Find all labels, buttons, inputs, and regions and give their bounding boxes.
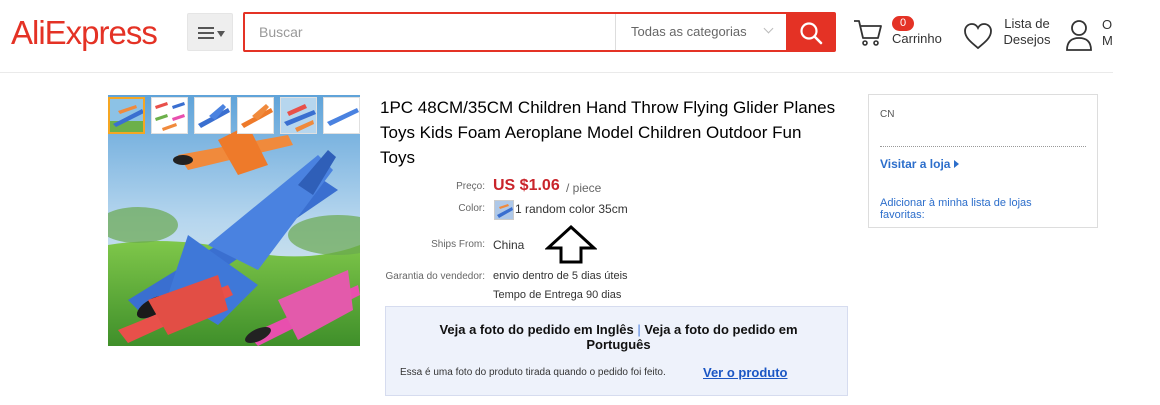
visit-store-label: Visitar a loja xyxy=(880,157,951,171)
cart-button[interactable]: 0 Carrinho xyxy=(852,14,947,54)
color-swatch-image xyxy=(495,201,513,219)
thumbnail-1-image xyxy=(110,99,143,132)
color-value: 1 random color 35cm xyxy=(515,202,628,216)
user-icon xyxy=(1066,20,1092,51)
search-input[interactable] xyxy=(245,14,615,50)
thumbnail-6[interactable] xyxy=(323,97,360,134)
store-info-box: CN Visitar a loja Adicionar à minha list… xyxy=(868,94,1098,228)
thumbnail-4-image xyxy=(238,98,273,133)
wishlist-label: Lista de Desejos xyxy=(997,16,1057,48)
thumbnail-3[interactable] xyxy=(194,97,231,134)
photo-title-separator: | xyxy=(637,322,641,337)
visit-store-link[interactable]: Visitar a loja xyxy=(880,157,960,171)
category-select[interactable]: Todas as categorias xyxy=(615,14,785,50)
store-country: CN xyxy=(880,109,895,120)
up-arrow-icon xyxy=(545,224,597,264)
thumbnail-1[interactable] xyxy=(108,97,145,134)
order-photo-title: Veja a foto do pedido em Inglês | Veja a… xyxy=(406,322,831,352)
aliexpress-logo[interactable]: AliExpress xyxy=(11,14,158,52)
heart-icon xyxy=(964,23,992,50)
account-label: O M xyxy=(1102,17,1122,49)
guarantee-shipping: envio dentro de 5 dias úteis xyxy=(493,270,628,282)
order-photo-description: Essa é uma foto do produto tirada quando… xyxy=(400,367,666,378)
guarantee-delivery: Tempo de Entrega 90 dias xyxy=(493,289,622,301)
color-swatch[interactable] xyxy=(494,200,514,220)
chevron-down-icon xyxy=(763,23,774,34)
cart-label: Carrinho xyxy=(892,31,942,46)
site-header: AliExpress Todas as categorias 0 Carrinh… xyxy=(0,0,1160,73)
product-price: US $1.06 xyxy=(493,177,560,194)
ships-from-value[interactable]: China xyxy=(493,238,524,252)
order-photo-box: Veja a foto do pedido em Inglês | Veja a… xyxy=(385,306,848,396)
account-label-line1: O xyxy=(1102,17,1113,32)
thumbnail-4[interactable] xyxy=(237,97,274,134)
thumbnail-2[interactable] xyxy=(151,97,188,134)
search-bar: Todas as categorias xyxy=(243,12,836,52)
product-title: 1PC 48CM/35CM Children Hand Throw Flying… xyxy=(380,98,836,167)
category-menu-button[interactable] xyxy=(187,13,233,51)
view-product-link[interactable]: Ver o produto xyxy=(703,365,788,380)
thumbnail-5-image xyxy=(281,98,316,133)
hamburger-menu-icon xyxy=(198,27,214,39)
thumbnail-5[interactable] xyxy=(280,97,317,134)
header-divider xyxy=(0,72,1113,73)
color-label: Color: xyxy=(458,203,485,214)
cart-count-badge: 0 xyxy=(892,16,914,31)
seller-guarantee-label: Garantia do vendedor: xyxy=(385,271,485,282)
ships-from-label: Ships From: xyxy=(431,239,485,250)
search-icon xyxy=(800,22,823,45)
thumbnail-2-image xyxy=(152,98,187,133)
category-select-label: Todas as categorias xyxy=(631,24,747,39)
price-unit: / piece xyxy=(566,181,602,195)
price-label: Preço: xyxy=(456,181,485,192)
thumbnail-strip xyxy=(108,95,360,135)
product-gallery xyxy=(108,95,360,346)
thumbnail-3-image xyxy=(195,98,230,133)
caret-down-icon xyxy=(217,31,225,37)
cart-icon xyxy=(854,20,882,46)
account-label-line2: M xyxy=(1102,33,1113,48)
add-favorite-store-link[interactable]: Adicionar à minha lista de lojas favorit… xyxy=(880,197,1070,221)
account-button[interactable]: O M xyxy=(1065,17,1125,57)
wishlist-label-line2: Desejos xyxy=(1003,32,1051,47)
wishlist-label-line1: Lista de xyxy=(1004,16,1050,31)
search-button[interactable] xyxy=(786,12,836,52)
wishlist-button[interactable]: Lista de Desejos xyxy=(962,16,1052,56)
caret-right-icon xyxy=(954,160,960,168)
photo-english-link[interactable]: Veja a foto do pedido em Inglês xyxy=(439,322,633,337)
thumbnail-6-image xyxy=(324,98,359,133)
store-divider xyxy=(880,146,1086,147)
